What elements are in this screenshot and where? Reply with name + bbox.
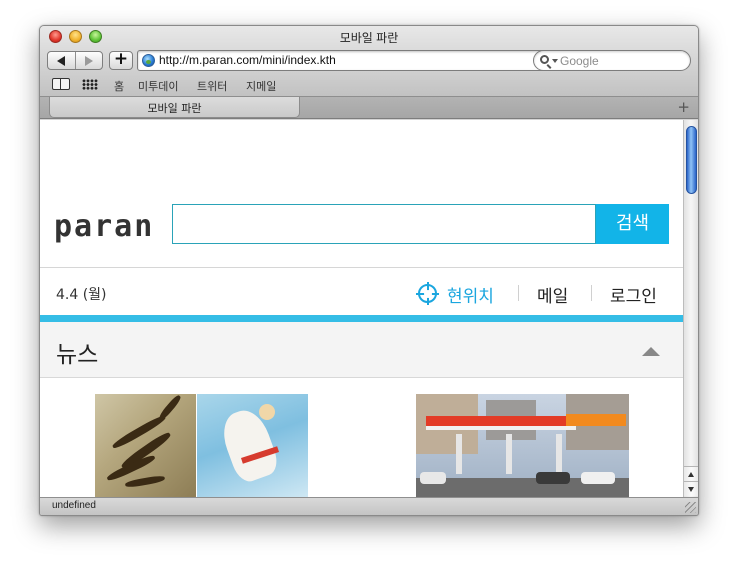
login-link[interactable]: 로그인 (610, 282, 657, 307)
status-text: undefined (52, 500, 96, 511)
search-icon (540, 55, 549, 64)
tab-bar: 모바일 파란 + (40, 97, 698, 119)
scroll-up-icon (688, 472, 694, 477)
window-title: 모바일 파란 (339, 31, 399, 45)
divider (518, 285, 519, 301)
browser-window: 모바일 파란 + http://m.paran.com/mini/index.k… (39, 25, 699, 516)
forward-button[interactable] (74, 52, 103, 69)
url-text[interactable]: http://m.paran.com/mini/index.kth (159, 53, 336, 67)
top-sites-grid-icon[interactable] (82, 79, 98, 90)
news-thumbnail-tiger[interactable] (95, 394, 196, 497)
forward-arrow-icon (84, 55, 93, 66)
scrollbar-thumb[interactable] (686, 126, 697, 194)
search-input[interactable] (172, 204, 596, 244)
page-content: paran 검색 4.4 (월) 현위치 메일 로그인 뉴스 (40, 120, 683, 497)
scroll-down-button[interactable] (684, 481, 698, 496)
bookmark-gmail[interactable]: 지메일 (246, 78, 276, 94)
navigation-buttons (47, 51, 103, 70)
search-placeholder: Google (560, 54, 599, 68)
info-row: 4.4 (월) 현위치 메일 로그인 (40, 267, 683, 315)
browser-toolbar: 모바일 파란 + http://m.paran.com/mini/index.k… (40, 26, 698, 97)
bookmark-me2day[interactable]: 미투데이 (138, 78, 178, 94)
divider (591, 285, 592, 301)
location-crosshair-icon[interactable] (416, 282, 439, 305)
address-bar[interactable]: http://m.paran.com/mini/index.kth ↻ (137, 50, 561, 71)
resize-grip-icon[interactable] (685, 502, 696, 513)
tab-label: 모바일 파란 (147, 102, 202, 115)
collapse-arrow-icon[interactable] (642, 347, 660, 356)
accent-bar (40, 315, 683, 322)
google-search-field[interactable]: Google (533, 50, 691, 71)
bookmark-twitter[interactable]: 트위터 (197, 78, 227, 94)
back-arrow-icon (57, 55, 66, 66)
status-bar: undefined (40, 497, 698, 515)
current-location-link[interactable]: 현위치 (447, 282, 494, 307)
add-bookmark-button[interactable]: + (109, 51, 133, 70)
vertical-scrollbar[interactable] (683, 120, 698, 497)
date-label: 4.4 (월) (56, 287, 107, 303)
search-button[interactable]: 검색 (596, 204, 669, 244)
scroll-down-icon (688, 487, 694, 492)
new-tab-button[interactable]: + (677, 98, 690, 116)
scroll-up-button[interactable] (684, 466, 698, 481)
tab-mobile-paran[interactable]: 모바일 파란 (49, 97, 300, 118)
mail-link[interactable]: 메일 (537, 282, 568, 307)
globe-icon (142, 54, 155, 67)
paran-logo[interactable]: paran (54, 212, 154, 242)
news-title: 뉴스 (56, 342, 99, 368)
bookmarks-bar: 홈 미투데이 트위터 지메일 (40, 75, 698, 95)
bookmark-home[interactable]: 홈 (114, 78, 124, 94)
news-thumbnail-gas-station[interactable] (416, 394, 629, 497)
reading-list-book-icon[interactable] (52, 78, 70, 90)
news-section-header[interactable]: 뉴스 (40, 322, 683, 378)
back-button[interactable] (48, 52, 75, 69)
chevron-down-icon[interactable] (552, 59, 558, 63)
news-thumbnail-angel[interactable] (197, 394, 308, 497)
